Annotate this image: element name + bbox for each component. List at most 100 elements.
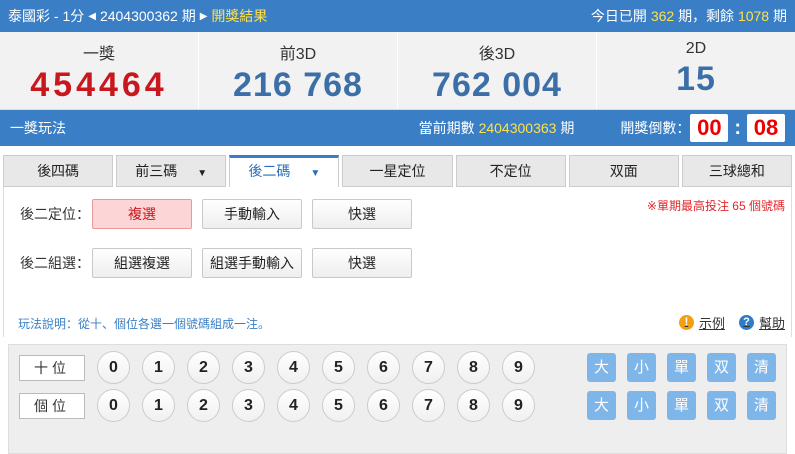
filter-clear-button[interactable]: 清 xyxy=(747,353,776,382)
tab-two-sides[interactable]: 双面 xyxy=(568,155,679,187)
units-row: 個位 0 1 2 3 4 5 6 7 8 9 xyxy=(19,389,547,422)
selection-panel: 後二定位： 複選 手動輸入 快選 後二組選： 組選複選 組選手動輸入 快選 ※單… xyxy=(3,187,792,337)
results-link[interactable]: 開獎結果 xyxy=(211,6,267,26)
today-summary: 今日已開 362 期，剩餘 1078 期 xyxy=(591,6,787,26)
today-mid: 期，剩餘 xyxy=(678,8,735,24)
help-label: 幫助 xyxy=(758,316,785,331)
multi-select-button[interactable]: 複選 xyxy=(92,199,192,229)
number-ball[interactable]: 6 xyxy=(367,389,400,422)
tab-unfixed[interactable]: 不定位 xyxy=(455,155,566,187)
tab-front3[interactable]: 前三碼 ▼ xyxy=(116,155,227,187)
filter-even-button[interactable]: 双 xyxy=(707,353,736,382)
number-ball[interactable]: 4 xyxy=(277,351,310,384)
today-prefix: 今日已開 xyxy=(590,8,647,24)
units-filter-buttons: 大 小 單 双 清 xyxy=(576,391,776,420)
chevron-down-icon: ▼ xyxy=(310,168,321,179)
number-ball[interactable]: 3 xyxy=(232,389,265,422)
number-ball[interactable]: 0 xyxy=(97,389,130,422)
number-ball[interactable]: 2 xyxy=(187,351,220,384)
period-number: 2404300362 xyxy=(99,8,178,24)
number-ball[interactable]: 9 xyxy=(502,389,535,422)
filter-small-button[interactable]: 小 xyxy=(627,353,656,382)
number-ball[interactable]: 1 xyxy=(142,389,175,422)
group-quick-pick-button[interactable]: 快選 xyxy=(312,248,412,278)
tens-filter-buttons: 大 小 單 双 清 xyxy=(576,353,776,382)
tens-row: 十位 0 1 2 3 4 5 6 7 8 9 xyxy=(19,351,547,384)
filter-even-button[interactable]: 双 xyxy=(707,391,736,420)
play-tabs: 後四碼 前三碼 ▼ 後二碼 ▼ 一星定位 不定位 双面 三球總和 xyxy=(3,155,792,187)
tab-label: 前三碼 xyxy=(135,163,178,179)
top-bar: 泰國彩 - 1分 ◀ 2404300362 期 ▶ 開獎結果 今日已開 362 … xyxy=(0,0,795,32)
number-board: 十位 0 1 2 3 4 5 6 7 8 9 大 小 單 双 清 個位 0 1 … xyxy=(8,344,787,454)
help-link[interactable]: ? 幫助 xyxy=(738,313,785,332)
tab-label: 後四碼 xyxy=(37,163,80,179)
result-label: 一獎 xyxy=(82,46,115,63)
number-ball[interactable]: 8 xyxy=(457,389,490,422)
filter-clear-button[interactable]: 清 xyxy=(747,391,776,420)
countdown-label: 開獎倒數： xyxy=(620,120,691,136)
filter-small-button[interactable]: 小 xyxy=(627,391,656,420)
number-ball[interactable]: 5 xyxy=(322,351,355,384)
number-ball[interactable]: 2 xyxy=(187,389,220,422)
number-ball[interactable]: 7 xyxy=(412,351,445,384)
current-period-info: 當前期數 2404300363 期 xyxy=(419,118,575,138)
today-count: 362 xyxy=(650,8,675,24)
position-label-units: 個位 xyxy=(19,392,85,419)
position-label-tens: 十位 xyxy=(19,354,85,381)
countdown-separator: : xyxy=(734,116,741,139)
result-front3d: 前3D 216 768 xyxy=(199,32,398,109)
game-name[interactable]: 泰國彩 - 1分 xyxy=(8,6,84,26)
result-value: 15 xyxy=(676,60,716,98)
period-suffix: 期 xyxy=(181,8,196,24)
number-ball[interactable]: 0 xyxy=(97,351,130,384)
tab-label: 後二碼 xyxy=(248,163,291,179)
result-2d: 2D 15 xyxy=(597,32,795,109)
tab-three-ball-sum[interactable]: 三球總和 xyxy=(681,155,792,187)
question-icon: ? xyxy=(738,315,754,330)
tab-back2[interactable]: 後二碼 ▼ xyxy=(229,155,340,187)
next-period-arrow-icon[interactable]: ▶ xyxy=(200,11,208,22)
current-period-number: 2404300363 xyxy=(478,120,557,136)
example-link[interactable]: ! 示例 xyxy=(678,313,725,332)
play-title: 一獎玩法 xyxy=(10,120,66,136)
tab-label: 双面 xyxy=(609,163,638,179)
tab-one-star[interactable]: 一星定位 xyxy=(342,155,453,187)
number-ball[interactable]: 1 xyxy=(142,351,175,384)
filter-odd-button[interactable]: 單 xyxy=(667,353,696,382)
tab-label: 一星定位 xyxy=(369,163,426,179)
filter-big-button[interactable]: 大 xyxy=(587,391,616,420)
group-manual-input-button[interactable]: 組選手動輸入 xyxy=(202,248,302,278)
tab-label: 不定位 xyxy=(489,163,532,179)
prev-period-arrow-icon[interactable]: ◀ xyxy=(88,11,96,22)
group-multi-select-button[interactable]: 組選複選 xyxy=(92,248,192,278)
help-links: ! 示例 ? 幫助 xyxy=(665,313,785,332)
result-value: 216 768 xyxy=(233,66,363,104)
current-period-label: 當前期數 xyxy=(418,120,475,136)
group-select-row: 後二組選： 組選複選 組選手動輸入 快選 xyxy=(20,248,422,278)
result-back3d: 後3D 762 004 xyxy=(398,32,597,109)
number-ball[interactable]: 6 xyxy=(367,351,400,384)
number-ball[interactable]: 3 xyxy=(232,351,265,384)
number-ball[interactable]: 5 xyxy=(322,389,355,422)
countdown-minutes: 00 xyxy=(690,114,729,142)
current-period-suffix: 期 xyxy=(560,120,575,136)
play-description: 玩法說明：從十、個位各選一個號碼組成一注。 xyxy=(18,317,271,331)
chevron-down-icon: ▼ xyxy=(197,168,208,179)
remaining-count: 1078 xyxy=(737,8,770,24)
number-ball[interactable]: 8 xyxy=(457,351,490,384)
quick-pick-button[interactable]: 快選 xyxy=(312,199,412,229)
number-ball[interactable]: 7 xyxy=(412,389,445,422)
filter-odd-button[interactable]: 單 xyxy=(667,391,696,420)
number-ball[interactable]: 9 xyxy=(502,351,535,384)
result-label: 前3D xyxy=(279,46,317,63)
manual-input-button[interactable]: 手動輸入 xyxy=(202,199,302,229)
row-label: 後二定位： xyxy=(20,206,90,222)
number-ball[interactable]: 4 xyxy=(277,389,310,422)
remaining-suffix: 期 xyxy=(773,8,787,24)
filter-big-button[interactable]: 大 xyxy=(587,353,616,382)
result-value: 454464 xyxy=(30,66,168,104)
tab-back4[interactable]: 後四碼 xyxy=(3,155,114,187)
example-label: 示例 xyxy=(698,316,725,331)
result-label: 後3D xyxy=(478,46,516,63)
results-panel: 一獎 454464 前3D 216 768 後3D 762 004 2D 15 xyxy=(0,32,795,110)
